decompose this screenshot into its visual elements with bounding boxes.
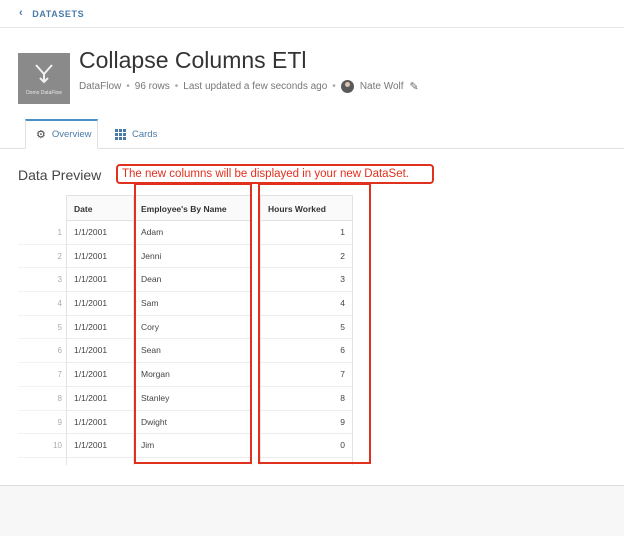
merge-arrow-icon	[35, 64, 53, 84]
back-to-datasets-link[interactable]: ‹ DATASETS	[19, 8, 84, 19]
column-header-hours-worked[interactable]: Hours Worked	[261, 195, 352, 221]
tab-overview-label: Overview	[51, 129, 92, 140]
dataset-type: DataFlow	[79, 81, 122, 92]
dataflow-icon-caption: Domo DataFlow	[26, 90, 62, 96]
grid-icon	[115, 128, 126, 140]
row-number: 7	[18, 363, 66, 387]
table-cell: Sam	[134, 292, 251, 316]
dataset-owner[interactable]: Nate Wolf	[360, 81, 404, 92]
table-cell: Morgan	[134, 363, 251, 387]
row-number: 1	[18, 221, 66, 245]
column-header-employee-name[interactable]: Employee's By Name	[134, 195, 251, 221]
table-cell: 1/1/2001	[67, 411, 133, 435]
owner-avatar[interactable]	[340, 80, 354, 93]
table-cell: 1/1/2001	[67, 268, 133, 293]
table-cell: 1/1/2001	[67, 434, 133, 458]
tab-overview[interactable]: ⚙ Overview	[25, 119, 98, 149]
dataflow-icon: Domo DataFlow	[18, 53, 70, 104]
row-number: 5	[18, 316, 66, 340]
table-cell: 1/1/2001	[67, 221, 133, 245]
row-number: 6	[18, 339, 66, 364]
hours-worked-column: Hours Worked 1 2 3 4 5 6 7 8 9 0	[260, 195, 353, 465]
header-divider	[0, 27, 624, 28]
table-cell: 6	[261, 339, 352, 364]
chevron-left-icon: ‹	[19, 7, 24, 19]
dataset-meta: DataFlow • 96 rows • Last updated a few …	[79, 80, 419, 93]
table-cell: 5	[261, 316, 352, 340]
table-cell: 0	[261, 434, 352, 458]
table-cell: 1	[261, 221, 352, 245]
date-column: Date 1/1/2001 1/1/2001 1/1/2001 1/1/2001…	[66, 195, 133, 465]
meta-separator: •	[174, 81, 179, 92]
table-cell: 1/1/2001	[67, 387, 133, 411]
data-preview-title: Data Preview	[18, 167, 102, 183]
row-number: 8	[18, 387, 66, 411]
dataset-title: Collapse Columns ETl	[79, 47, 307, 73]
employee-name-column: Employee's By Name Adam Jenni Dean Sam C…	[133, 195, 252, 465]
row-number-column: 1 2 3 4 5 6 7 8 9 10	[18, 195, 66, 465]
page-footer	[0, 486, 624, 536]
row-number: 3	[18, 268, 66, 293]
pencil-edit-icon[interactable]: ✎	[410, 80, 419, 93]
meta-separator: •	[332, 81, 336, 92]
table-cell: 1/1/2001	[67, 363, 133, 387]
row-number-header	[18, 195, 66, 221]
column-header-date[interactable]: Date	[67, 195, 133, 221]
table-cell: 4	[261, 292, 352, 316]
row-number: 10	[18, 434, 66, 458]
table-cell: 3	[261, 268, 352, 293]
table-cell: 1/1/2001	[67, 316, 133, 340]
table-cell: 7	[261, 363, 352, 387]
table-cell: Cory	[134, 316, 251, 340]
table-cell: Adam	[134, 221, 251, 245]
meta-separator: •	[126, 81, 130, 92]
table-cell: 2	[261, 245, 352, 269]
table-cell: 9	[261, 411, 352, 435]
table-cell: Jim	[134, 434, 251, 458]
gear-icon: ⚙	[36, 129, 46, 141]
table-cell: 1/1/2001	[67, 339, 133, 364]
row-number: 2	[18, 245, 66, 269]
row-number: 9	[18, 411, 66, 435]
table-cell: Stanley	[134, 387, 251, 411]
tab-cards-label: Cards	[132, 128, 158, 140]
dataset-last-updated: Last updated a few seconds ago	[183, 81, 328, 92]
annotation-callout: The new columns will be displayed in you…	[116, 164, 434, 184]
row-number: 4	[18, 292, 66, 316]
table-cell: 1/1/2001	[67, 245, 133, 269]
dataset-row-count: 96 rows	[134, 81, 170, 92]
table-cell: Dean	[134, 268, 251, 293]
tab-cards[interactable]: Cards	[115, 119, 157, 149]
data-preview-table: 1 2 3 4 5 6 7 8 9 10 Date 1/1/2001 1/1/2…	[18, 195, 353, 465]
table-cell: Dwight	[134, 411, 251, 435]
table-cell: Sean	[134, 339, 251, 364]
back-link-label: DATASETS	[32, 8, 85, 19]
table-cell: Jenni	[134, 245, 251, 269]
table-cell: 1/1/2001	[67, 292, 133, 316]
table-cell: 8	[261, 387, 352, 411]
